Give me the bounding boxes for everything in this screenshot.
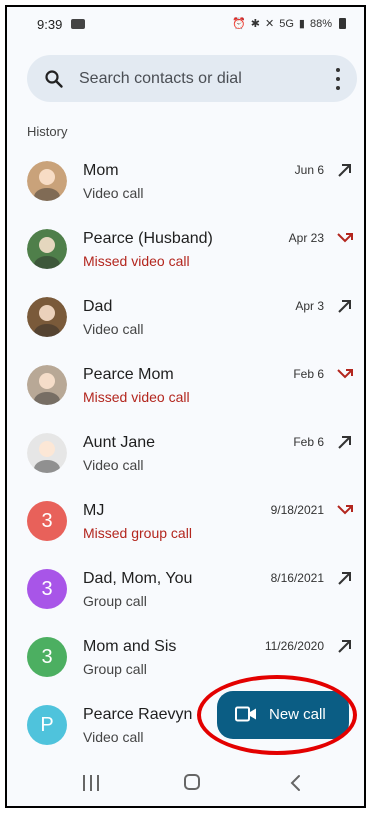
recent-apps-button[interactable] xyxy=(83,775,99,791)
home-button[interactable] xyxy=(184,774,200,790)
call-date: Apr 3 xyxy=(295,299,324,313)
battery-percent: 88% xyxy=(309,17,332,30)
call-made-icon xyxy=(338,300,351,313)
call-history-row[interactable]: Pearce Mom Missed video call Feb 6 xyxy=(7,351,364,419)
call-type: Missed video call xyxy=(83,389,190,405)
contact-name: Mom and Sis xyxy=(83,638,177,655)
call-history-row[interactable]: Aunt Jane Video call Feb 6 xyxy=(7,419,364,487)
navigation-bar xyxy=(7,762,364,806)
network-label: 5G xyxy=(279,17,294,30)
call-type: Video call xyxy=(83,185,144,201)
search-input[interactable]: Search contacts or dial xyxy=(79,70,242,88)
call-date: Feb 6 xyxy=(293,367,324,381)
more-vert-icon[interactable] xyxy=(335,68,341,90)
call-date: 9/18/2021 xyxy=(270,503,324,517)
call-history-row[interactable]: 3 Mom and Sis Group call 11/26/2020 xyxy=(7,623,364,691)
call-history-row[interactable]: Mom Video call Jun 6 xyxy=(7,147,364,215)
call-date: Feb 6 xyxy=(293,435,324,449)
call-type: Group call xyxy=(83,593,147,609)
new-call-button[interactable]: New call xyxy=(217,691,349,739)
contact-photo-avatar[interactable] xyxy=(27,433,67,473)
call-made-icon xyxy=(338,572,351,585)
call-type: Video call xyxy=(83,321,144,337)
contact-photo-avatar[interactable] xyxy=(27,297,67,337)
call-type: Video call xyxy=(83,457,144,473)
search-icon xyxy=(45,70,63,88)
bluetooth-icon: ✱ xyxy=(250,18,260,30)
contact-name: Mom xyxy=(83,162,119,179)
new-call-label: New call xyxy=(269,706,326,723)
call-history-row[interactable]: Dad Video call Apr 3 xyxy=(7,283,364,351)
notification-icon xyxy=(71,19,85,29)
call-missed-icon xyxy=(337,505,353,515)
call-type: Group call xyxy=(83,661,147,677)
contact-avatar[interactable]: P xyxy=(27,705,67,745)
call-date: Apr 23 xyxy=(288,231,324,245)
contact-photo-avatar[interactable] xyxy=(27,161,67,201)
contact-photo-avatar[interactable] xyxy=(27,365,67,405)
app-frame: 9:39 ⏰ ✱ ✕ 5G ▮ 88% Search contacts or d… xyxy=(5,5,366,808)
call-history-row[interactable]: Pearce (Husband) Missed video call Apr 23 xyxy=(7,215,364,283)
contact-name: Aunt Jane xyxy=(83,434,156,451)
history-heading: History xyxy=(27,124,68,139)
contact-name: Dad xyxy=(83,298,113,315)
search-bar[interactable]: Search contacts or dial xyxy=(27,55,357,102)
contact-name: Pearce Mom xyxy=(83,366,174,383)
call-date: 11/26/2020 xyxy=(264,639,324,653)
call-history-row[interactable]: 3 MJ Missed group call 9/18/2021 xyxy=(7,487,364,555)
contact-name: MJ xyxy=(83,502,105,519)
battery-icon xyxy=(339,18,346,29)
call-history-row[interactable]: 3 Dad, Mom, You Group call 8/16/2021 xyxy=(7,555,364,623)
contact-name: Dad, Mom, You xyxy=(83,570,193,587)
status-right: ⏰ ✱ ✕ 5G ▮ 88% xyxy=(232,17,346,30)
status-bar: 9:39 ⏰ ✱ ✕ 5G ▮ 88% xyxy=(7,7,364,41)
contact-name: Pearce (Husband) xyxy=(83,230,213,247)
call-made-icon xyxy=(338,640,351,653)
call-type: Video call xyxy=(83,729,144,745)
contact-avatar[interactable]: 3 xyxy=(27,501,67,541)
call-made-icon xyxy=(338,436,351,449)
contact-photo-avatar[interactable] xyxy=(27,229,67,269)
contact-avatar[interactable]: 3 xyxy=(27,569,67,609)
call-type: Missed group call xyxy=(83,525,192,541)
call-made-icon xyxy=(338,164,351,177)
mute-icon: ✕ xyxy=(265,18,275,30)
call-missed-icon xyxy=(337,233,353,243)
videocam-icon xyxy=(235,706,256,722)
status-time: 9:39 xyxy=(37,17,63,32)
avatar-initial: 3 xyxy=(41,645,53,668)
avatar-initial: P xyxy=(40,713,54,736)
call-missed-icon xyxy=(337,369,353,379)
signal-icon: ▮ xyxy=(298,18,305,30)
contact-name: Pearce Raevyn xyxy=(83,706,193,723)
call-type: Missed video call xyxy=(83,253,190,269)
contact-avatar[interactable]: 3 xyxy=(27,637,67,677)
call-date: 8/16/2021 xyxy=(270,571,324,585)
avatar-initial: 3 xyxy=(41,577,53,600)
call-date: Jun 6 xyxy=(294,163,324,177)
back-button[interactable] xyxy=(287,773,305,793)
avatar-initial: 3 xyxy=(41,509,53,532)
alarm-icon: ⏰ xyxy=(232,18,246,30)
